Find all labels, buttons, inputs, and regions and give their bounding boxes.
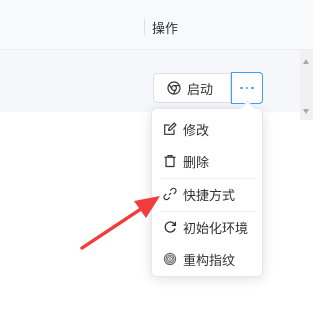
scroll-down-arrow[interactable] (303, 109, 309, 114)
trash-icon (163, 154, 177, 168)
chrome-icon (167, 81, 181, 95)
menu-item-delete[interactable]: 删除 (152, 147, 262, 175)
menu-item-label: 修改 (183, 123, 210, 139)
menu-item-rebuild-fingerprint[interactable]: 重构指纹 (152, 245, 262, 273)
start-button[interactable]: 启动 (153, 73, 231, 103)
menu-divider (160, 178, 256, 179)
scroll-up-arrow[interactable] (303, 59, 309, 64)
more-actions-button[interactable] (231, 72, 263, 104)
menu-item-label: 重构指纹 (183, 253, 236, 269)
edit-icon (163, 122, 177, 136)
menu-item-reset-environment[interactable]: 初始化环境 (152, 213, 262, 241)
menu-divider (160, 211, 256, 212)
more-actions-dropdown: 修改 删除 快捷方式 初始化环境 重构指纹 (151, 108, 263, 277)
more-dots-icon (240, 86, 254, 90)
fingerprint-icon (163, 252, 177, 266)
menu-item-label: 快捷方式 (183, 188, 236, 204)
link-icon (163, 187, 177, 201)
actions-column-header: 操作 (152, 22, 179, 37)
menu-item-edit[interactable]: 修改 (152, 115, 262, 143)
vertical-scrollbar[interactable] (300, 50, 313, 120)
menu-item-label: 删除 (183, 155, 210, 171)
table-header: 操作 (0, 0, 313, 50)
column-divider (144, 19, 145, 35)
reset-icon (163, 220, 177, 234)
start-button-label: 启动 (187, 82, 214, 98)
menu-item-label: 初始化环境 (183, 221, 249, 237)
menu-item-shortcut[interactable]: 快捷方式 (152, 180, 262, 208)
